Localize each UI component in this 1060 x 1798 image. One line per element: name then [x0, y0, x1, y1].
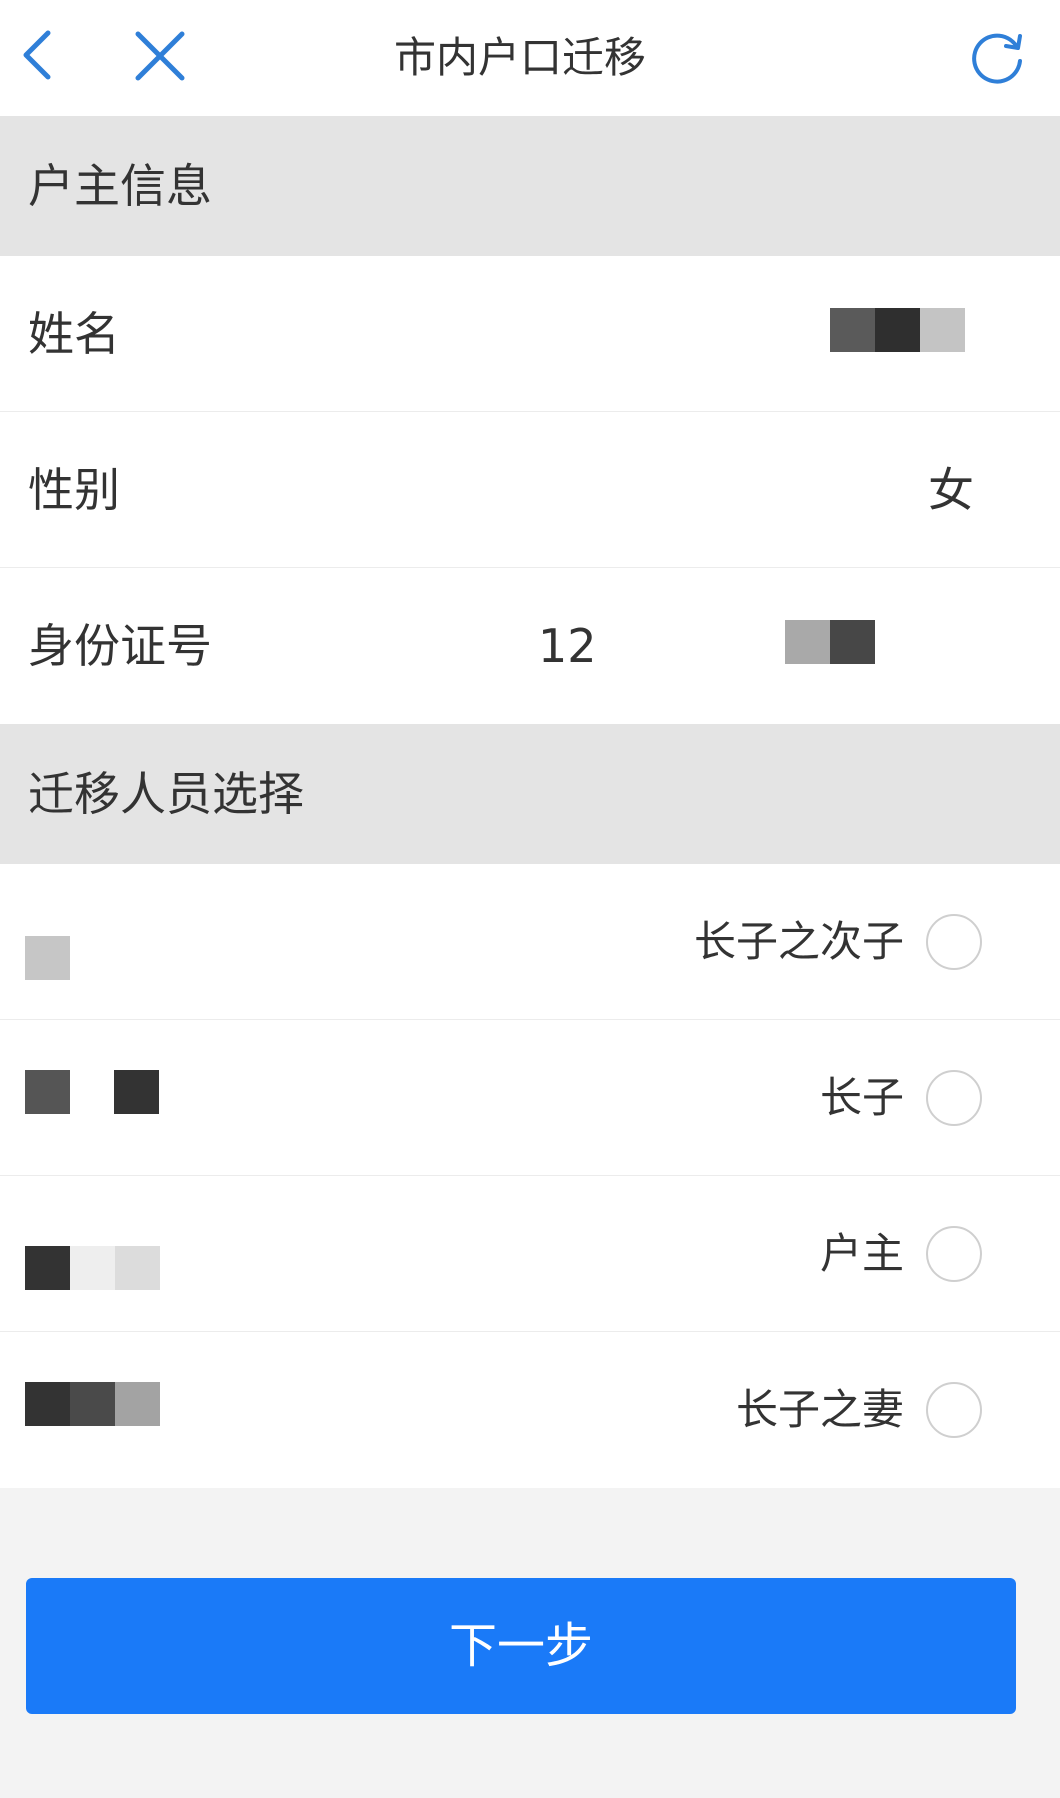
- member-row[interactable]: 长子: [0, 1020, 1060, 1176]
- member-relation: 长子之妻: [735, 1385, 904, 1434]
- next-step-button[interactable]: 下一步: [26, 1578, 1016, 1714]
- name-label: 姓名: [28, 307, 120, 361]
- member-select-radio[interactable]: [926, 1070, 982, 1126]
- member-select-radio[interactable]: [926, 1226, 982, 1282]
- name-row: 姓名: [0, 256, 1060, 412]
- member-select-radio[interactable]: [926, 914, 982, 970]
- member-row[interactable]: 长子之次子: [0, 864, 1060, 1020]
- gender-value: 女: [928, 463, 974, 517]
- section-header-migration: 迁移人员选择: [0, 724, 1060, 864]
- gender-row: 性别 女: [0, 412, 1060, 568]
- page-title: 市内户口迁移: [393, 33, 646, 82]
- member-relation: 长子: [819, 1073, 904, 1122]
- id-number-value: 12: [538, 619, 597, 673]
- section-title: 迁移人员选择: [28, 767, 304, 821]
- top-nav-bar: 市内户口迁移: [0, 0, 1060, 116]
- member-select-radio[interactable]: [926, 1382, 982, 1438]
- gender-label: 性别: [28, 463, 120, 517]
- member-row[interactable]: 户主: [0, 1176, 1060, 1332]
- id-number-row: 身份证号 12: [0, 568, 1060, 724]
- refresh-icon[interactable]: [968, 27, 1026, 85]
- member-row[interactable]: 长子之妻: [0, 1332, 1060, 1488]
- id-number-label: 身份证号: [28, 619, 212, 673]
- section-title: 户主信息: [28, 159, 212, 213]
- member-relation: 长子之次子: [693, 917, 904, 966]
- section-header-householder: 户主信息: [0, 116, 1060, 256]
- member-relation: 户主: [819, 1229, 904, 1278]
